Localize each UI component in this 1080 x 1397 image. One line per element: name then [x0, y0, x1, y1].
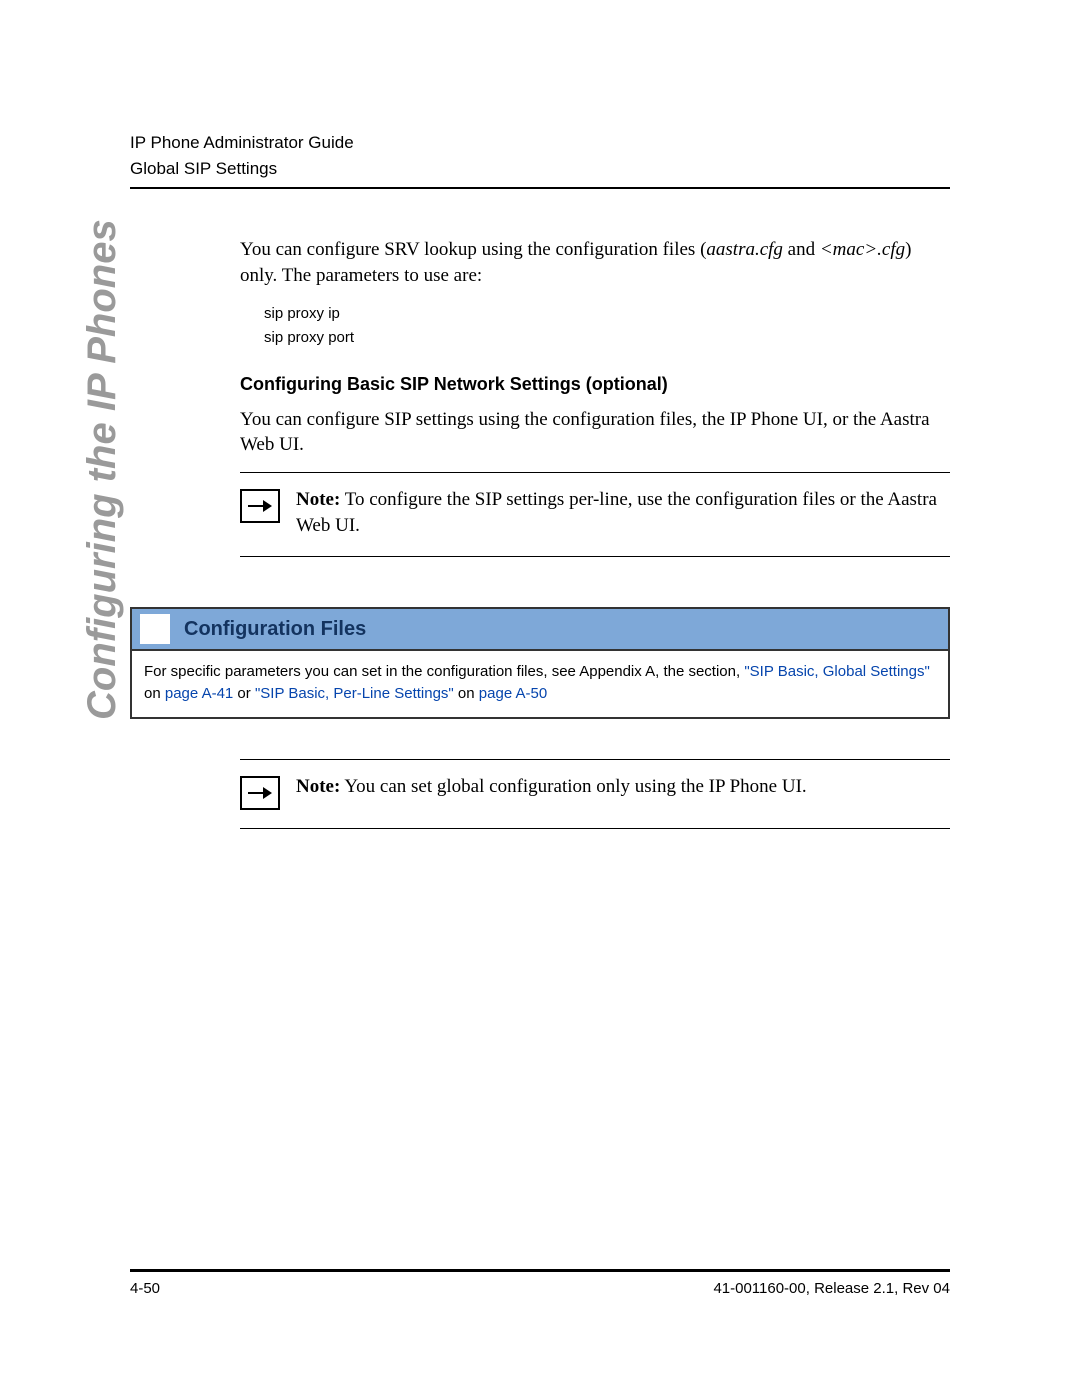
footer-rule [130, 1269, 950, 1272]
link-page-a50[interactable]: page A-50 [479, 685, 547, 702]
intro-file-1: aastra.cfg [706, 239, 783, 260]
intro-text-1: You can configure SRV lookup using the c… [240, 239, 706, 260]
config-body-pre: For specific parameters you can set in t… [144, 663, 744, 680]
param-1: sip proxy ip [264, 302, 950, 326]
note-2-text: Note: You can set global configuration o… [296, 774, 950, 800]
intro-paragraph: You can configure SRV lookup using the c… [240, 237, 950, 288]
header-line-1: IP Phone Administrator Guide [130, 130, 950, 156]
intro-text-2: and [783, 239, 820, 260]
footer-row: 4-50 41-001160-00, Release 2.1, Rev 04 [130, 1280, 950, 1297]
note-1-body: To configure the SIP settings per-line, … [296, 489, 937, 536]
page-number: 4-50 [130, 1280, 160, 1297]
config-mid-1: on [144, 685, 165, 702]
page-footer: 4-50 41-001160-00, Release 2.1, Rev 04 [130, 1269, 950, 1297]
param-list: sip proxy ip sip proxy port [264, 302, 950, 350]
header-line-2: Global SIP Settings [130, 156, 950, 182]
note-1-text: Note: To configure the SIP settings per-… [296, 487, 950, 538]
intro-file-2: <mac>.cfg [820, 239, 905, 260]
note-block-2: Note: You can set global configuration o… [240, 759, 950, 829]
config-mid-2: or [233, 685, 255, 702]
note-1-label: Note: [296, 489, 340, 510]
page: IP Phone Administrator Guide Global SIP … [0, 0, 1080, 1397]
arrow-right-icon [240, 489, 280, 523]
doc-revision: 41-001160-00, Release 2.1, Rev 04 [713, 1280, 950, 1297]
arrow-right-icon [240, 776, 280, 810]
subtext: You can configure SIP settings using the… [240, 407, 950, 458]
link-sip-basic-perline[interactable]: "SIP Basic, Per-Line Settings" [255, 685, 454, 702]
config-files-section: Configuration Files For specific paramet… [130, 607, 950, 719]
link-page-a41[interactable]: page A-41 [165, 685, 233, 702]
config-body: For specific parameters you can set in t… [130, 651, 950, 719]
note-2-label: Note: [296, 776, 340, 797]
config-banner-title: Configuration Files [184, 618, 366, 641]
header-rule [130, 187, 950, 189]
config-mid-3: on [454, 685, 479, 702]
page-header: IP Phone Administrator Guide Global SIP … [130, 130, 950, 189]
note-2-body: You can set global configuration only us… [340, 776, 806, 797]
param-2: sip proxy port [264, 326, 950, 350]
banner-square-icon [140, 614, 170, 644]
link-sip-basic-global[interactable]: "SIP Basic, Global Settings" [744, 663, 929, 680]
body-content-2: Note: You can set global configuration o… [240, 759, 950, 829]
sidebar-chapter-title: Configuring the IP Phones [80, 219, 125, 720]
body-content: You can configure SRV lookup using the c… [240, 237, 950, 557]
note-block-1: Note: To configure the SIP settings per-… [240, 472, 950, 557]
config-banner: Configuration Files [130, 607, 950, 651]
subheading: Configuring Basic SIP Network Settings (… [240, 372, 950, 396]
